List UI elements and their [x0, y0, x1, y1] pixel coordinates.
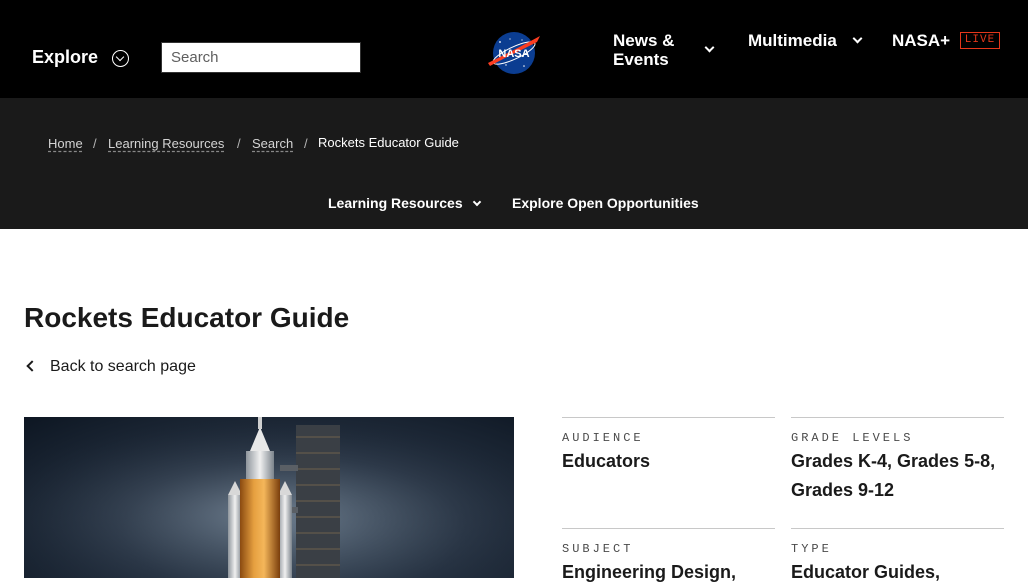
- breadcrumb-home[interactable]: Home: [48, 136, 83, 151]
- nav-multimedia[interactable]: Multimedia: [748, 31, 837, 51]
- subject-value: Engineering Design,: [562, 562, 737, 582]
- breadcrumb-learning-resources[interactable]: Learning Resources: [108, 136, 224, 151]
- nav-news-events[interactable]: News & Events: [613, 31, 693, 69]
- grade-levels-label: GRADE LEVELS: [791, 431, 914, 445]
- grade-levels-value: Grades K-4, Grades 5-8, Grades 9-12: [791, 451, 996, 500]
- rocket-illustration: [24, 417, 514, 578]
- chevron-left-icon[interactable]: [26, 360, 38, 372]
- svg-text:NASA: NASA: [498, 48, 529, 60]
- breadcrumb-search[interactable]: Search: [252, 136, 293, 151]
- breadcrumb-current: Rockets Educator Guide: [318, 135, 459, 150]
- chevron-down-icon[interactable]: [704, 42, 715, 53]
- back-link-label[interactable]: Back to search page: [50, 358, 196, 375]
- type-meta: TYPE Educator Guides,: [791, 528, 1004, 587]
- chevron-circle-icon[interactable]: [112, 50, 129, 67]
- breadcrumb-separator: /: [237, 136, 241, 151]
- nasa-logo[interactable]: NASA: [486, 31, 542, 75]
- type-label: TYPE: [791, 542, 832, 556]
- subnav-learning-resources[interactable]: Learning Resources: [328, 195, 463, 211]
- grade-levels-meta: GRADE LEVELS Grades K-4, Grades 5-8, Gra…: [791, 417, 1004, 505]
- audience-meta: AUDIENCE Educators: [562, 417, 775, 476]
- chevron-down-icon[interactable]: [852, 33, 863, 44]
- live-badge[interactable]: LIVE: [960, 32, 1000, 49]
- subject-label: SUBJECT: [562, 542, 634, 556]
- audience-label: AUDIENCE: [562, 431, 644, 445]
- back-to-search-link[interactable]: Back to search page: [24, 358, 196, 376]
- top-nav-bar: Explore NASA News & Events Multimedia NA…: [0, 0, 1028, 98]
- type-value: Educator Guides,: [791, 562, 941, 582]
- nav-nasa-plus[interactable]: NASA+: [892, 31, 950, 51]
- subnav-explore-opportunities[interactable]: Explore Open Opportunities: [512, 195, 699, 211]
- audience-value: Educators: [562, 451, 651, 471]
- page-title: Rockets Educator Guide: [24, 302, 350, 333]
- breadcrumb-separator: /: [93, 136, 97, 151]
- subject-meta: SUBJECT Engineering Design,: [562, 528, 775, 587]
- rocket-hero-image: [24, 417, 514, 578]
- breadcrumb-separator: /: [304, 136, 308, 151]
- search-input[interactable]: [161, 42, 361, 73]
- explore-menu-button[interactable]: Explore: [32, 47, 98, 68]
